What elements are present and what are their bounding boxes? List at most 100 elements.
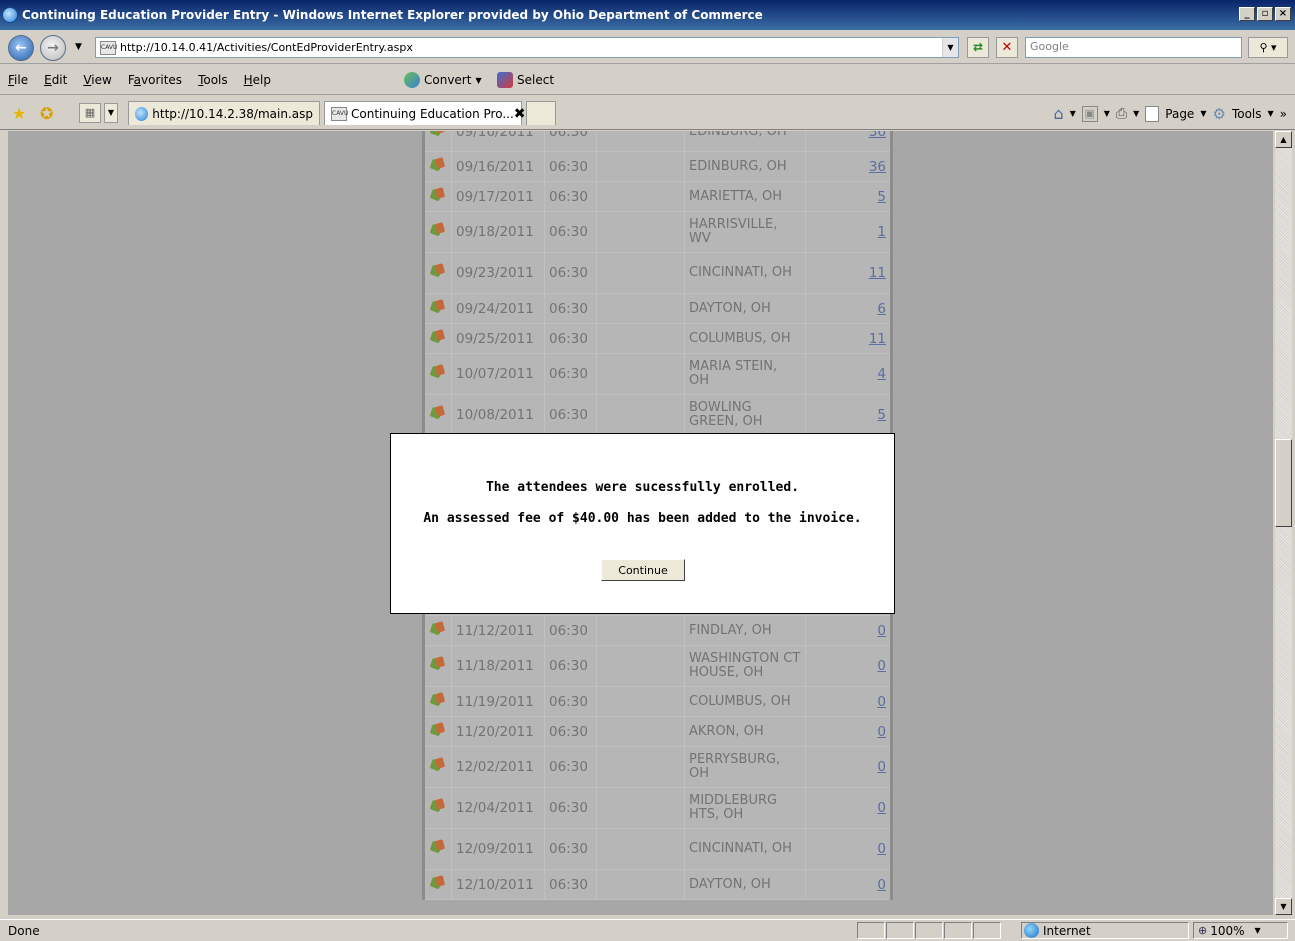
menu-favorites[interactable]: Favorites (120, 73, 190, 87)
new-tab-button[interactable] (526, 101, 556, 125)
attendee-count-link[interactable]: 0 (877, 759, 886, 775)
attendee-count-link[interactable]: 0 (877, 724, 886, 740)
menu-view[interactable]: View (75, 73, 119, 87)
menu-file[interactable]: File (0, 73, 36, 87)
event-time: 06:30 (544, 716, 597, 747)
status-text: Done (8, 924, 40, 938)
scroll-thumb[interactable] (1275, 439, 1292, 527)
row-icon-cell (423, 645, 452, 687)
print-icon[interactable]: ⎙ (1116, 106, 1127, 122)
address-dropdown-icon[interactable]: ▼ (942, 38, 958, 57)
security-zone[interactable]: Internet (1021, 922, 1189, 939)
event-icon[interactable] (430, 263, 446, 279)
chevron-down-icon[interactable]: ▼ (1200, 109, 1206, 118)
forward-button[interactable]: → (40, 35, 66, 61)
gear-icon: ⚙ (1212, 104, 1226, 123)
event-icon[interactable] (430, 364, 446, 380)
event-icon[interactable] (430, 692, 446, 708)
event-icon[interactable] (430, 405, 446, 421)
select-button[interactable]: Select (497, 72, 554, 88)
status-pane (973, 922, 1001, 939)
stop-button[interactable]: ✕ (996, 37, 1018, 58)
event-icon[interactable] (430, 131, 446, 138)
quick-tabs-button[interactable]: ▦ (79, 103, 101, 123)
ie-page-icon (135, 106, 149, 121)
event-icon[interactable] (430, 329, 446, 345)
event-icon[interactable] (430, 621, 446, 637)
event-location: CINCINNATI, OH (684, 828, 806, 870)
search-button[interactable]: ⚲ ▾ (1248, 37, 1288, 58)
close-window-button[interactable]: × (1275, 7, 1291, 21)
attendee-count-link[interactable]: 4 (877, 366, 886, 382)
event-icon[interactable] (430, 222, 446, 238)
event-icon[interactable] (430, 757, 446, 773)
attendee-count-link[interactable]: 0 (877, 877, 886, 893)
tools-menu-button[interactable]: Tools (1232, 107, 1262, 121)
attendee-count-link[interactable]: 0 (877, 841, 886, 857)
tab-main[interactable]: http://10.14.2.38/main.asp (128, 101, 320, 125)
back-button[interactable]: ← (8, 35, 34, 61)
attendee-count-link[interactable]: 1 (877, 224, 886, 240)
scroll-down-button[interactable]: ▼ (1275, 898, 1292, 915)
search-input[interactable]: Google (1025, 37, 1242, 58)
event-icon[interactable] (430, 299, 446, 315)
address-url[interactable]: http://10.14.0.41/Activities/ContEdProvi… (120, 41, 942, 54)
event-location: HARRISVILLE, WV (684, 211, 806, 253)
attendee-count-link[interactable]: 11 (869, 331, 886, 347)
close-tab-icon[interactable]: ✖ (514, 106, 526, 122)
zoom-level[interactable]: ⊕ 100% ▼ (1193, 922, 1288, 939)
globe-icon (1024, 923, 1039, 938)
chevron-down-icon: ▼ (1254, 926, 1261, 935)
chevron-down-icon[interactable]: ▼ (1133, 109, 1139, 118)
chevron-down-icon[interactable]: ▼ (1070, 109, 1076, 118)
continue-button[interactable]: Continue (601, 559, 685, 581)
attendee-count-link[interactable]: 36 (869, 159, 886, 175)
minimize-button[interactable]: _ (1239, 7, 1255, 21)
scroll-up-button[interactable]: ▲ (1275, 131, 1292, 148)
recent-pages-dropdown[interactable]: ▼ (75, 42, 82, 52)
event-icon[interactable] (430, 798, 446, 814)
attendee-count-link[interactable]: 36 (869, 131, 886, 140)
event-count: 6 (805, 293, 892, 324)
attendee-count-link[interactable]: 0 (877, 623, 886, 639)
row-icon-cell (423, 131, 452, 152)
attendee-count-link[interactable]: 6 (877, 301, 886, 317)
event-icon[interactable] (430, 656, 446, 672)
event-date: 11/20/2011 (451, 716, 545, 747)
event-location: DAYTON, OH (684, 293, 806, 324)
address-bar[interactable]: CAVU http://10.14.0.41/Activities/ContEd… (95, 37, 959, 58)
event-icon[interactable] (430, 722, 446, 738)
event-icon[interactable] (430, 839, 446, 855)
feeds-icon[interactable]: ▣ (1081, 105, 1098, 122)
event-location: AKRON, OH (684, 716, 806, 747)
menu-help[interactable]: Help (236, 73, 279, 87)
event-blank (596, 615, 685, 646)
table-row: 11/18/2011 06:30 WASHINGTON CT HOUSE, OH 0 (423, 645, 892, 687)
home-icon[interactable]: ⌂ (1053, 104, 1063, 123)
chevron-down-icon[interactable]: ▼ (1104, 109, 1110, 118)
event-count: 0 (805, 615, 892, 646)
menu-tools[interactable]: Tools (190, 73, 236, 87)
menu-edit[interactable]: Edit (36, 73, 75, 87)
convert-button[interactable]: Convert ▼ (404, 72, 482, 88)
event-icon[interactable] (430, 157, 446, 173)
tab-list-dropdown[interactable]: ▼ (104, 103, 118, 123)
tab-continuing-education[interactable]: CAVU Continuing Education Pro... ✖ (324, 101, 526, 125)
attendee-count-link[interactable]: 0 (877, 658, 886, 674)
chevron-right-icon[interactable]: » (1280, 107, 1287, 121)
event-icon[interactable] (430, 875, 446, 891)
attendee-count-link[interactable]: 5 (877, 189, 886, 205)
favorites-center-icon[interactable]: ★ (12, 104, 26, 123)
chevron-down-icon[interactable]: ▼ (1268, 109, 1274, 118)
event-location: BOWLING GREEN, OH (684, 394, 806, 436)
attendee-count-link[interactable]: 0 (877, 694, 886, 710)
add-favorites-icon[interactable]: ✪ (40, 104, 53, 123)
vertical-scrollbar[interactable]: ▲ ▼ (1275, 131, 1292, 915)
refresh-button[interactable]: ⇄ (967, 37, 989, 58)
attendee-count-link[interactable]: 11 (869, 265, 886, 281)
page-menu-button[interactable]: Page (1165, 107, 1194, 121)
event-icon[interactable] (430, 187, 446, 203)
attendee-count-link[interactable]: 5 (877, 407, 886, 423)
attendee-count-link[interactable]: 0 (877, 800, 886, 816)
maximize-button[interactable]: ▫ (1257, 7, 1273, 21)
